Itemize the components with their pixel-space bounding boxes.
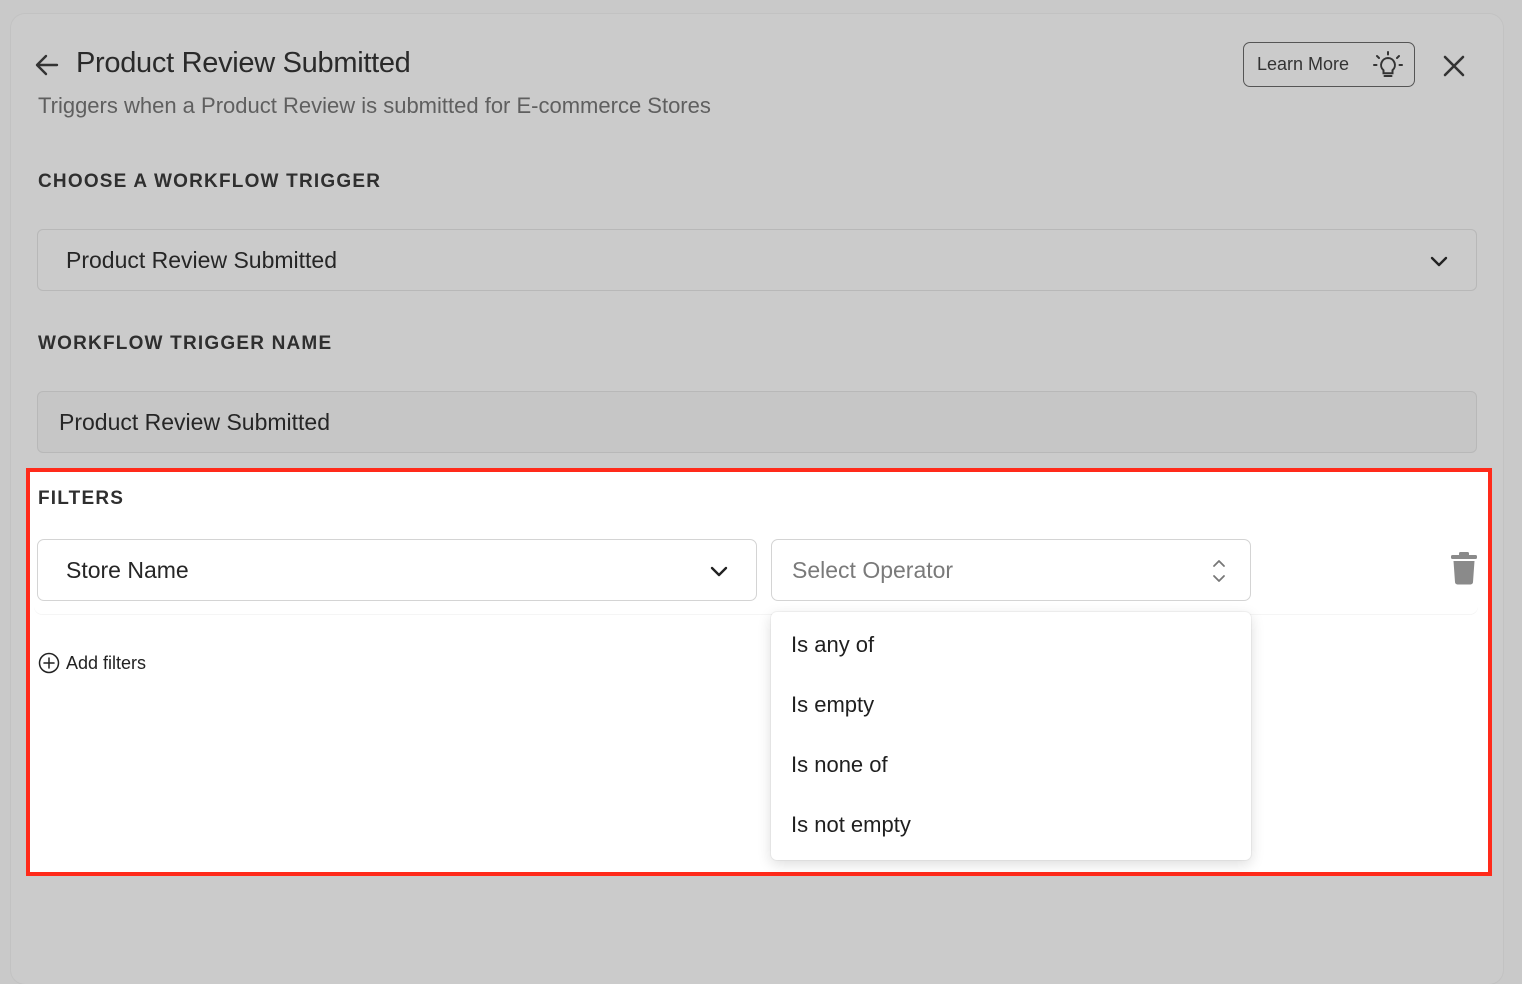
operator-option-is-any-of[interactable]: Is any of bbox=[791, 632, 874, 658]
learn-more-button[interactable]: Learn More bbox=[1243, 42, 1415, 87]
page-subtitle: Triggers when a Product Review is submit… bbox=[38, 93, 711, 118]
chevron-down-icon bbox=[710, 566, 728, 577]
workflow-trigger-value: Product Review Submitted bbox=[66, 246, 338, 273]
operator-option-is-not-empty[interactable]: Is not empty bbox=[791, 812, 911, 838]
chevron-down-icon bbox=[1430, 256, 1448, 267]
close-icon bbox=[1443, 55, 1465, 77]
operator-select[interactable]: Select Operator bbox=[771, 539, 1251, 601]
learn-more-label: Learn More bbox=[1257, 54, 1350, 74]
operator-option-is-none-of[interactable]: Is none of bbox=[791, 752, 888, 778]
operator-placeholder: Select Operator bbox=[792, 556, 954, 583]
page-title: Product Review Submitted bbox=[76, 47, 411, 79]
filter-field-value: Store Name bbox=[66, 556, 189, 583]
trigger-section-label: CHOOSE A WORKFLOW TRIGGER bbox=[38, 171, 382, 192]
chevron-up-down-icon bbox=[1213, 560, 1225, 582]
back-button[interactable] bbox=[34, 52, 60, 78]
workflow-trigger-select[interactable]: Product Review Submitted bbox=[37, 229, 1477, 291]
workflow-trigger-name-value: Product Review Submitted bbox=[59, 408, 331, 435]
delete-filter-icon[interactable] bbox=[1450, 551, 1478, 585]
filters-section-label: FILTERS bbox=[38, 488, 125, 509]
operator-option-is-empty[interactable]: Is empty bbox=[791, 692, 874, 718]
plus-circle-icon bbox=[38, 652, 60, 674]
operator-dropdown-menu: Is any of Is empty Is none of Is not emp… bbox=[771, 612, 1251, 860]
workflow-trigger-name-input[interactable]: Product Review Submitted bbox=[37, 391, 1477, 453]
back-arrow-icon bbox=[35, 54, 59, 76]
add-filters-button[interactable]: Add filters bbox=[38, 651, 146, 675]
add-filters-label: Add filters bbox=[66, 652, 147, 673]
filters-highlight-box bbox=[26, 468, 1492, 876]
filter-field-select[interactable]: Store Name bbox=[37, 539, 757, 601]
lightbulb-icon bbox=[1373, 51, 1403, 77]
trigger-name-section-label: WORKFLOW TRIGGER NAME bbox=[38, 333, 333, 354]
close-button[interactable] bbox=[1440, 52, 1468, 80]
